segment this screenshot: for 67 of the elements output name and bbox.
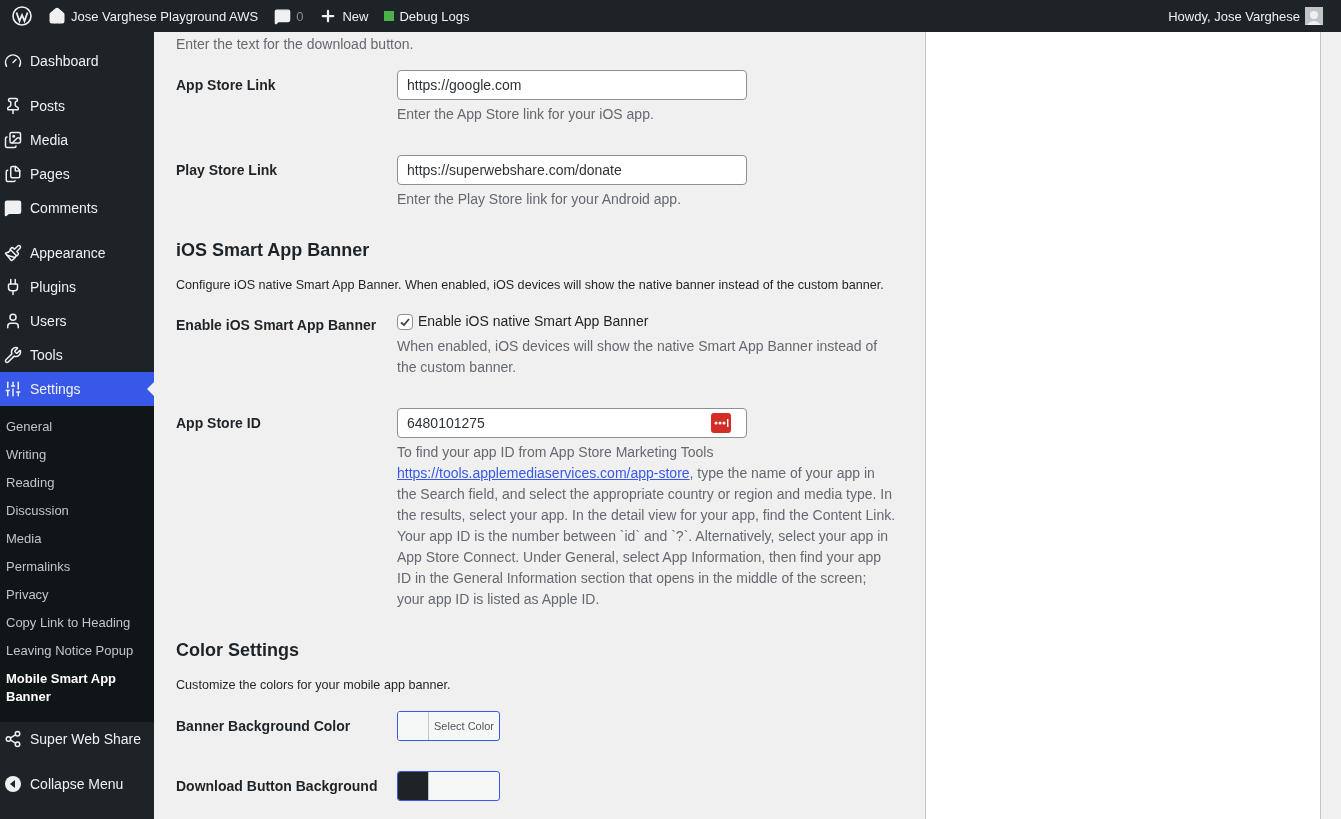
submenu-item[interactable]: General — [0, 413, 154, 441]
field-label: Banner Background Color — [176, 717, 352, 736]
menu-item[interactable]: Appearance — [0, 236, 154, 270]
field-description: When enabled, iOS devices will show the native Smart App Banner instead of the custom banner. — [397, 337, 879, 377]
site-name-link[interactable]: Jose Varghese Playground AWS — [40, 0, 267, 32]
speech-bubble-icon — [274, 7, 292, 25]
color-picker-button[interactable] — [397, 771, 500, 801]
submenu-item[interactable]: Media — [0, 525, 154, 553]
collapse-menu-button[interactable]: Collapse Menu — [0, 767, 154, 801]
home-icon — [48, 7, 66, 25]
menu-item[interactable]: Super Web Share — [0, 722, 154, 756]
menu-item[interactable]: Plugins — [0, 270, 154, 304]
submenu-item[interactable]: Reading — [0, 469, 154, 497]
menu-item[interactable]: Users — [0, 304, 154, 338]
password-manager-icon[interactable] — [711, 413, 731, 433]
checkbox[interactable] — [397, 313, 413, 330]
menu-item[interactable]: Pages — [0, 157, 154, 191]
field-label: App Store ID — [176, 414, 262, 433]
wrench-icon — [4, 346, 22, 364]
text-field[interactable]: https://google.com — [397, 70, 747, 100]
field-description: Enter the Play Store link for your Android app. — [397, 190, 683, 209]
menu-item[interactable]: Media — [0, 123, 154, 157]
section-heading: Color Settings — [176, 639, 300, 662]
field-label: Enable iOS Smart App Banner — [176, 316, 378, 335]
new-link[interactable]: New — [311, 0, 377, 32]
menu-item[interactable]: Posts — [0, 89, 154, 123]
collapse-icon — [4, 775, 22, 793]
submenu-item[interactable]: Leaving Notice Popup — [0, 637, 154, 665]
submenu-item[interactable]: Permalinks — [0, 553, 154, 581]
comments-link[interactable]: 0 — [266, 0, 312, 32]
avatar-icon — [1305, 7, 1323, 25]
menu-item[interactable]: Tools — [0, 338, 154, 372]
field-description: Enter the text for the download button. — [176, 35, 415, 54]
menu-item[interactable]: Comments — [0, 191, 154, 225]
section-heading: iOS Smart App Banner — [176, 239, 371, 262]
account-link[interactable]: Howdy, Jose Varghese — [1160, 0, 1331, 32]
submenu-item[interactable]: Discussion — [0, 497, 154, 525]
share-icon — [4, 730, 22, 748]
section-description: Customize the colors for your mobile app banner. — [176, 677, 452, 694]
user-icon — [4, 312, 22, 330]
pages-icon — [4, 165, 22, 183]
paintbrush-icon — [4, 244, 22, 262]
debug-logs-link[interactable]: Debug Logs — [376, 0, 478, 32]
logo-icon[interactable] — [12, 6, 32, 26]
checkbox-label[interactable]: Enable iOS native Smart App Banner — [397, 311, 919, 332]
submenu-item[interactable]: Writing — [0, 441, 154, 469]
text-field[interactable]: https://superwebshare.com/donate — [397, 155, 747, 185]
submenu-item[interactable]: Mobile Smart App Banner — [0, 665, 154, 711]
field-label: App Store Link — [176, 76, 277, 95]
field-label: Download Button Background — [176, 777, 379, 796]
text-field[interactable]: 6480101275 — [397, 408, 747, 438]
status-square-icon — [384, 11, 395, 21]
gauge-icon — [4, 52, 22, 70]
app-store-tools-link[interactable]: https://tools.applemediaservices.com/app-store — [397, 465, 690, 481]
speech-bubble-icon — [4, 199, 22, 217]
menu-item[interactable]: Settings — [0, 372, 154, 406]
sliders-icon — [4, 380, 22, 398]
submenu-item[interactable]: Copy Link to Heading — [0, 609, 154, 637]
color-picker-button[interactable]: Select Color — [397, 711, 500, 741]
field-label: Play Store Link — [176, 161, 279, 180]
section-description: Configure iOS native Smart App Banner. When enabled, iOS devices will show the native banner instead of the custom banner. — [176, 277, 885, 294]
images-icon — [4, 131, 22, 149]
pin-icon — [4, 97, 22, 115]
menu-item[interactable]: Dashboard — [0, 44, 154, 78]
submenu-item[interactable]: Privacy — [0, 581, 154, 609]
field-description: To find your app ID from App Store Marketing Tools https://tools.applemediaservices.com/app-store, type the name of your app in the Search field, and select the appropriate country or region and media type. In the results, select your app. In the detail view for your app, find the Content Link. Your app ID is the number between `id` and `?`. Alternatively, select your app in App Store Connect. Under General, select App Information, then find your app ID in the General Information section that opens in the middle of the screen; your app ID is listed as Apple ID. — [397, 443, 897, 609]
field-description: Enter the App Store link for your iOS app. — [397, 105, 655, 124]
